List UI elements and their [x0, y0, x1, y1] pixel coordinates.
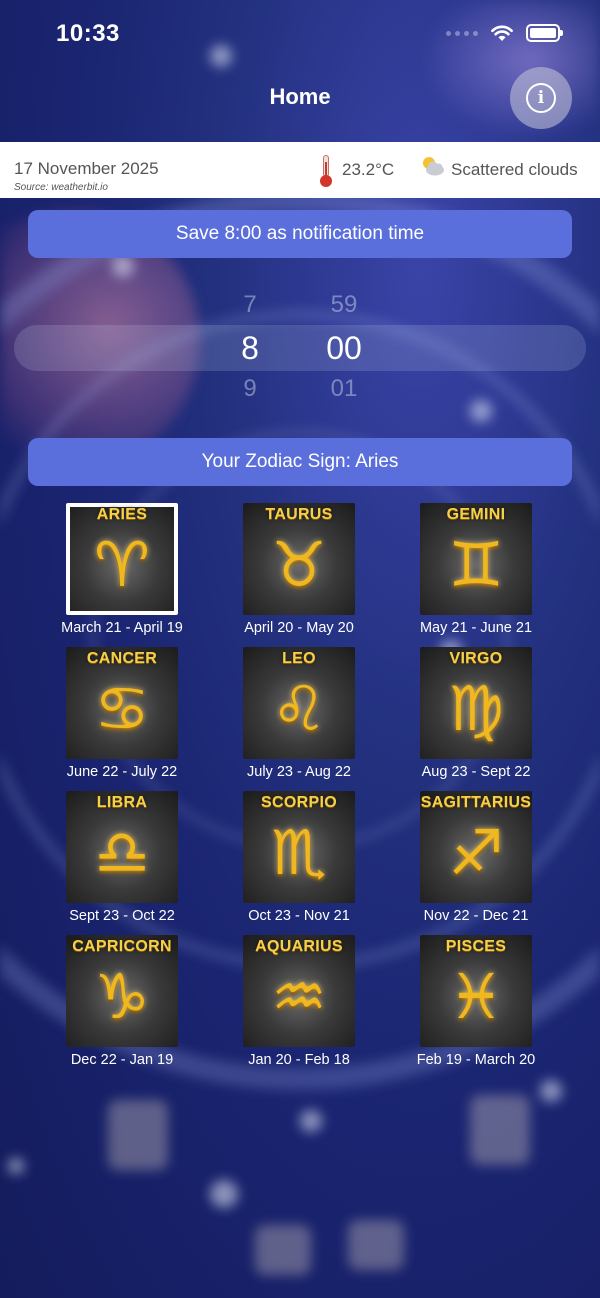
sign-name: ARIES [96, 506, 148, 523]
libra-sign-image[interactable]: LIBRA ♎ [66, 791, 178, 903]
notification-time-picker[interactable]: 7 8 9 59 00 01 [14, 285, 586, 410]
hour-option-selected[interactable]: 8 [220, 330, 280, 367]
sign-name: VIRGO [449, 650, 503, 667]
info-icon: i [526, 83, 556, 113]
hour-option-below[interactable]: 9 [220, 375, 280, 403]
sign-date-range: Oct 23 - Nov 21 [248, 908, 350, 924]
picker-selection-highlight [14, 325, 586, 371]
sign-name: CAPRICORN [72, 938, 172, 955]
sign-date-range: Nov 22 - Dec 21 [423, 908, 529, 924]
sign-date-range: Jan 20 - Feb 18 [248, 1052, 350, 1068]
leo-symbol-icon: ♌ [271, 672, 327, 745]
sign-date-range: March 21 - April 19 [61, 620, 183, 636]
zodiac-sign-button[interactable]: Your Zodiac Sign: Aries [28, 438, 572, 486]
zodiac-item-sagittarius[interactable]: SAGITTARIUS ♐ Nov 22 - Dec 21 [382, 791, 562, 931]
wifi-icon [491, 25, 513, 41]
weather-bar: 17 November 2025 Source: weatherbit.io 2… [0, 142, 600, 198]
zodiac-item-taurus[interactable]: TAURUS ♉ April 20 - May 20 [205, 503, 385, 643]
cancer-sign-image[interactable]: CANCER ♋ [66, 647, 178, 759]
sign-name: PISCES [445, 938, 507, 955]
battery-icon [526, 24, 563, 42]
pisces-symbol-icon: ♓ [448, 960, 504, 1033]
info-button[interactable]: i [510, 67, 572, 129]
aquarius-symbol-icon: ♒ [271, 960, 327, 1033]
minute-option-selected[interactable]: 00 [314, 330, 374, 367]
save-notification-time-button[interactable]: Save 8:00 as notification time [28, 210, 572, 258]
zodiac-item-scorpio[interactable]: SCORPIO ♏ Oct 23 - Nov 21 [205, 791, 385, 931]
cancer-symbol-icon: ♋ [94, 672, 150, 745]
sign-name: GEMINI [446, 506, 506, 523]
capricorn-symbol-icon: ♑ [94, 960, 150, 1033]
sign-name: SAGITTARIUS [420, 794, 532, 811]
weather-source: Source: weatherbit.io [14, 182, 108, 193]
zodiac-item-virgo[interactable]: VIRGO ♍ Aug 23 - Sept 22 [382, 647, 562, 787]
status-time: 10:33 [56, 20, 120, 47]
weather-temperature: 23.2°C [342, 160, 395, 179]
thermometer-icon [320, 155, 332, 187]
minute-option-above[interactable]: 59 [314, 291, 374, 319]
sign-date-range: Dec 22 - Jan 19 [70, 1052, 174, 1068]
gemini-sign-image[interactable]: GEMINI ♊ [420, 503, 532, 615]
sign-date-range: May 21 - June 21 [419, 620, 533, 636]
sagittarius-symbol-icon: ♐ [448, 816, 504, 889]
partly-cloudy-icon [423, 157, 444, 176]
sign-date-range: Aug 23 - Sept 22 [421, 764, 531, 780]
zodiac-item-aries[interactable]: ARIES ♈ March 21 - April 19 [28, 503, 208, 643]
status-bar: 10:33 [0, 0, 600, 70]
sign-name: AQUARIUS [255, 938, 343, 955]
weather-condition: Scattered clouds [451, 160, 578, 179]
aquarius-sign-image[interactable]: AQUARIUS ♒ [243, 935, 355, 1047]
pisces-sign-image[interactable]: PISCES ♓ [420, 935, 532, 1047]
scorpio-sign-image[interactable]: SCORPIO ♏ [243, 791, 355, 903]
zodiac-item-pisces[interactable]: PISCES ♓ Feb 19 - March 20 [382, 935, 562, 1075]
sign-name: LIBRA [96, 794, 148, 811]
sagittarius-sign-image[interactable]: SAGITTARIUS ♐ [420, 791, 532, 903]
sign-date-range: July 23 - Aug 22 [247, 764, 351, 780]
virgo-sign-image[interactable]: VIRGO ♍ [420, 647, 532, 759]
leo-sign-image[interactable]: LEO ♌ [243, 647, 355, 759]
libra-symbol-icon: ♎ [94, 816, 150, 889]
aries-sign-image[interactable]: ARIES ♈ [66, 503, 178, 615]
zodiac-item-capricorn[interactable]: CAPRICORN ♑ Dec 22 - Jan 19 [28, 935, 208, 1075]
minute-option-below[interactable]: 01 [314, 375, 374, 403]
weather-date: 17 November 2025 [14, 159, 159, 178]
sign-date-range: June 22 - July 22 [66, 764, 178, 780]
sign-date-range: April 20 - May 20 [244, 620, 354, 636]
zodiac-item-leo[interactable]: LEO ♌ July 23 - Aug 22 [205, 647, 385, 787]
aries-symbol-icon: ♈ [94, 528, 150, 601]
sign-date-range: Feb 19 - March 20 [416, 1052, 536, 1068]
scorpio-symbol-icon: ♏ [271, 816, 327, 889]
zodiac-item-libra[interactable]: LIBRA ♎ Sept 23 - Oct 22 [28, 791, 208, 931]
sign-date-range: Sept 23 - Oct 22 [69, 908, 175, 924]
virgo-symbol-icon: ♍ [448, 672, 504, 745]
sign-name: CANCER [86, 650, 158, 667]
zodiac-item-aquarius[interactable]: AQUARIUS ♒ Jan 20 - Feb 18 [205, 935, 385, 1075]
zodiac-item-gemini[interactable]: GEMINI ♊ May 21 - June 21 [382, 503, 562, 643]
hour-option-above[interactable]: 7 [220, 291, 280, 319]
taurus-symbol-icon: ♉ [271, 528, 327, 601]
status-icons [446, 24, 563, 42]
gemini-symbol-icon: ♊ [448, 528, 504, 601]
cellular-signal-icon [446, 30, 478, 36]
zodiac-item-cancer[interactable]: CANCER ♋ June 22 - July 22 [28, 647, 208, 787]
sign-name: TAURUS [265, 506, 333, 523]
capricorn-sign-image[interactable]: CAPRICORN ♑ [66, 935, 178, 1047]
taurus-sign-image[interactable]: TAURUS ♉ [243, 503, 355, 615]
sign-name: LEO [282, 650, 316, 667]
sign-name: SCORPIO [261, 794, 337, 811]
